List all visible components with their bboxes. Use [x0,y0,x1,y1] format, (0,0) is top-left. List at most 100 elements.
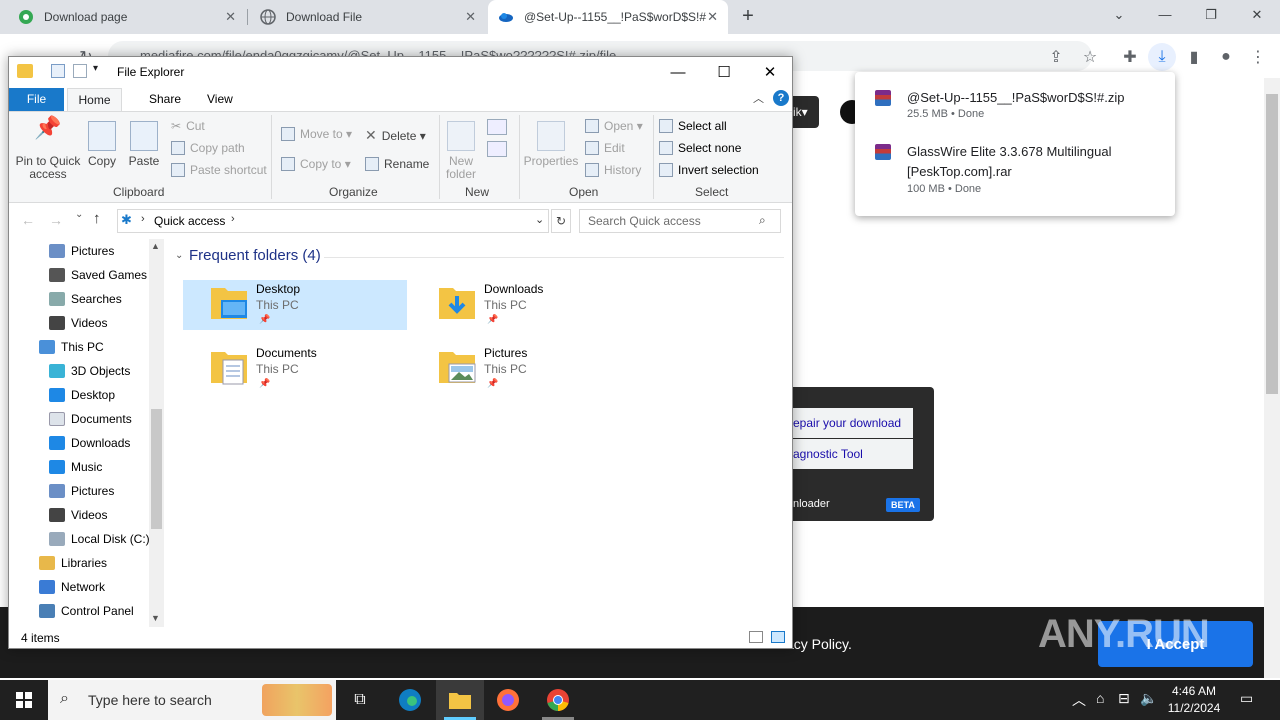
nav-item-saved-games[interactable]: Saved Games [9,263,159,287]
bookmark-star-icon[interactable]: ☆ [1076,43,1104,71]
diagnostic-tool-link[interactable]: agnostic Tool [793,439,913,469]
device-icon[interactable]: ⌂ [1096,690,1104,706]
copy-to-button[interactable]: Copy to ▾ [281,157,351,171]
nav-item-videos-pc[interactable]: Videos [9,503,159,527]
tab-download-file[interactable]: Download File ✕ [250,0,486,34]
collapse-ribbon-icon[interactable]: ︿ [753,90,764,106]
privacy-policy-link[interactable]: acy Policy. [786,636,852,652]
extensions-icon[interactable]: ✚ [1116,43,1144,71]
help-icon[interactable]: ? [773,90,789,106]
select-none-button[interactable]: Select none [659,141,741,155]
nav-item-pictures-pc[interactable]: Pictures [9,479,159,503]
profile-avatar-icon[interactable]: ● [1212,43,1240,71]
show-hidden-icons-icon[interactable]: ︿ [1072,690,1086,710]
nav-item-searches[interactable]: Searches [9,287,159,311]
chrome-icon[interactable] [534,680,582,720]
nav-item-local-disk[interactable]: Local Disk (C:) [9,527,159,551]
nav-item-network[interactable]: Network [9,575,159,599]
properties-button[interactable]: Properties [521,121,581,168]
breadcrumb-quick-access[interactable]: Quick access [154,214,225,228]
tab-home[interactable]: Home [67,88,122,112]
nav-item-libraries[interactable]: Libraries [9,551,159,575]
nav-item-documents[interactable]: Documents [9,407,159,431]
move-to-button[interactable]: Move to ▾ [281,127,352,141]
close-button[interactable]: ✕ [747,57,793,88]
open-button[interactable]: Open ▾ [585,119,643,133]
edge-icon[interactable] [386,680,434,720]
side-panel-icon[interactable]: ▮ [1180,43,1208,71]
folder-documents[interactable]: Documents This PC 📌 [183,344,407,394]
close-tab-icon[interactable]: ✕ [225,9,236,25]
new-folder-qat-icon[interactable] [73,64,87,78]
copy-path-button[interactable]: Copy path [171,141,245,155]
downloads-icon[interactable]: ⤓ [1148,43,1176,71]
firefox-icon[interactable] [484,680,532,720]
nav-item-desktop[interactable]: Desktop [9,383,159,407]
scroll-up-icon[interactable]: ▲ [151,241,160,251]
delete-button[interactable]: ✕ Delete ▾ [365,127,426,144]
nav-item-videos[interactable]: Videos [9,311,159,335]
recent-locations-icon[interactable]: ⌄ [75,209,83,220]
tab-view[interactable]: View [195,88,245,111]
close-window-button[interactable]: ✕ [1234,0,1280,30]
nav-item-3d-objects[interactable]: 3D Objects [9,359,159,383]
tab-download-page[interactable]: Download page ✕ [8,0,246,34]
invert-selection-button[interactable]: Invert selection [659,163,759,177]
large-icons-view-icon[interactable] [771,631,785,643]
new-item-icon[interactable] [487,119,507,135]
details-view-icon[interactable] [749,631,763,643]
nav-item-downloads[interactable]: Downloads [9,431,159,455]
folder-downloads[interactable]: Downloads This PC 📌 [411,280,635,330]
tab-search-icon[interactable]: ⌄ [1096,0,1142,30]
nav-item-music[interactable]: Music [9,455,159,479]
close-tab-icon[interactable]: ✕ [465,9,476,25]
start-windows-icon[interactable] [0,680,48,720]
file-explorer-taskbar-icon[interactable] [436,680,484,720]
easy-access-icon[interactable] [487,141,507,157]
volume-icon[interactable]: 🔈 [1140,690,1157,707]
menu-kebab-icon[interactable]: ⋮ [1244,43,1272,71]
search-input[interactable]: Search Quick access [579,209,781,233]
refresh-icon[interactable]: ↻ [551,209,571,233]
breadcrumb-chevron-icon[interactable]: › [231,213,235,225]
task-view-icon[interactable]: ⧉ [336,680,384,720]
collapse-group-icon[interactable]: ⌄ [175,250,183,261]
history-button[interactable]: History [585,163,641,177]
pin-quick-access-button[interactable]: 📌 Pin to Quick access [13,117,83,181]
scroll-down-icon[interactable]: ▼ [151,613,160,623]
nav-item-this-pc[interactable]: This PC [9,335,159,359]
properties-qat-icon[interactable] [51,64,65,78]
new-tab-button[interactable]: + [738,6,758,26]
network-tray-icon[interactable]: ⊟ [1118,690,1130,707]
up-arrow-icon[interactable]: ↑ [93,210,101,227]
back-arrow-icon[interactable]: ← [21,212,35,228]
minimize-button[interactable]: — [655,57,701,88]
nav-item-pictures[interactable]: Pictures [9,239,159,263]
share-icon[interactable]: ⇪ [1042,43,1070,71]
paste-shortcut-button[interactable]: Paste shortcut [171,163,267,177]
cut-button[interactable]: ✂ Cut [171,119,205,133]
download-item[interactable]: @Set-Up--1155__!PaS$worD$S!#.zip 25.5 MB… [873,88,1163,124]
repair-download-link[interactable]: epair your download [793,408,913,438]
nav-scrollbar-thumb[interactable] [151,409,162,529]
address-dropdown-icon[interactable]: ⌄ [535,213,544,226]
page-scrollbar-thumb[interactable] [1266,94,1278,394]
tab-file[interactable]: File [9,88,64,111]
folder-pictures[interactable]: Pictures This PC 📌 [411,344,635,394]
paste-button[interactable]: Paste [125,121,163,168]
section-heading[interactable]: Frequent folders (4) [189,247,321,264]
rename-button[interactable]: Rename [365,157,429,171]
edit-button[interactable]: Edit [585,141,625,155]
breadcrumb-chevron-icon[interactable]: › [141,213,145,225]
customize-qat-icon[interactable]: ▾ [93,63,98,74]
minimize-button[interactable]: — [1142,0,1188,30]
copy-button[interactable]: Copy [85,121,119,168]
new-folder-button[interactable]: New folder [441,121,481,181]
forward-arrow-icon[interactable]: → [49,212,63,228]
maximize-button[interactable]: ☐ [701,57,747,88]
taskbar-clock[interactable]: 4:46 AM 11/2/2024 [1158,683,1230,717]
notifications-icon[interactable]: ▭ [1240,690,1253,707]
tab-setup-file[interactable]: @Set-Up--1155__!PaS$worD$S!# ✕ [488,0,728,34]
download-item[interactable]: GlassWire Elite 3.3.678 Multilingual [Pe… [873,142,1163,198]
nav-item-control-panel[interactable]: Control Panel [9,599,159,623]
